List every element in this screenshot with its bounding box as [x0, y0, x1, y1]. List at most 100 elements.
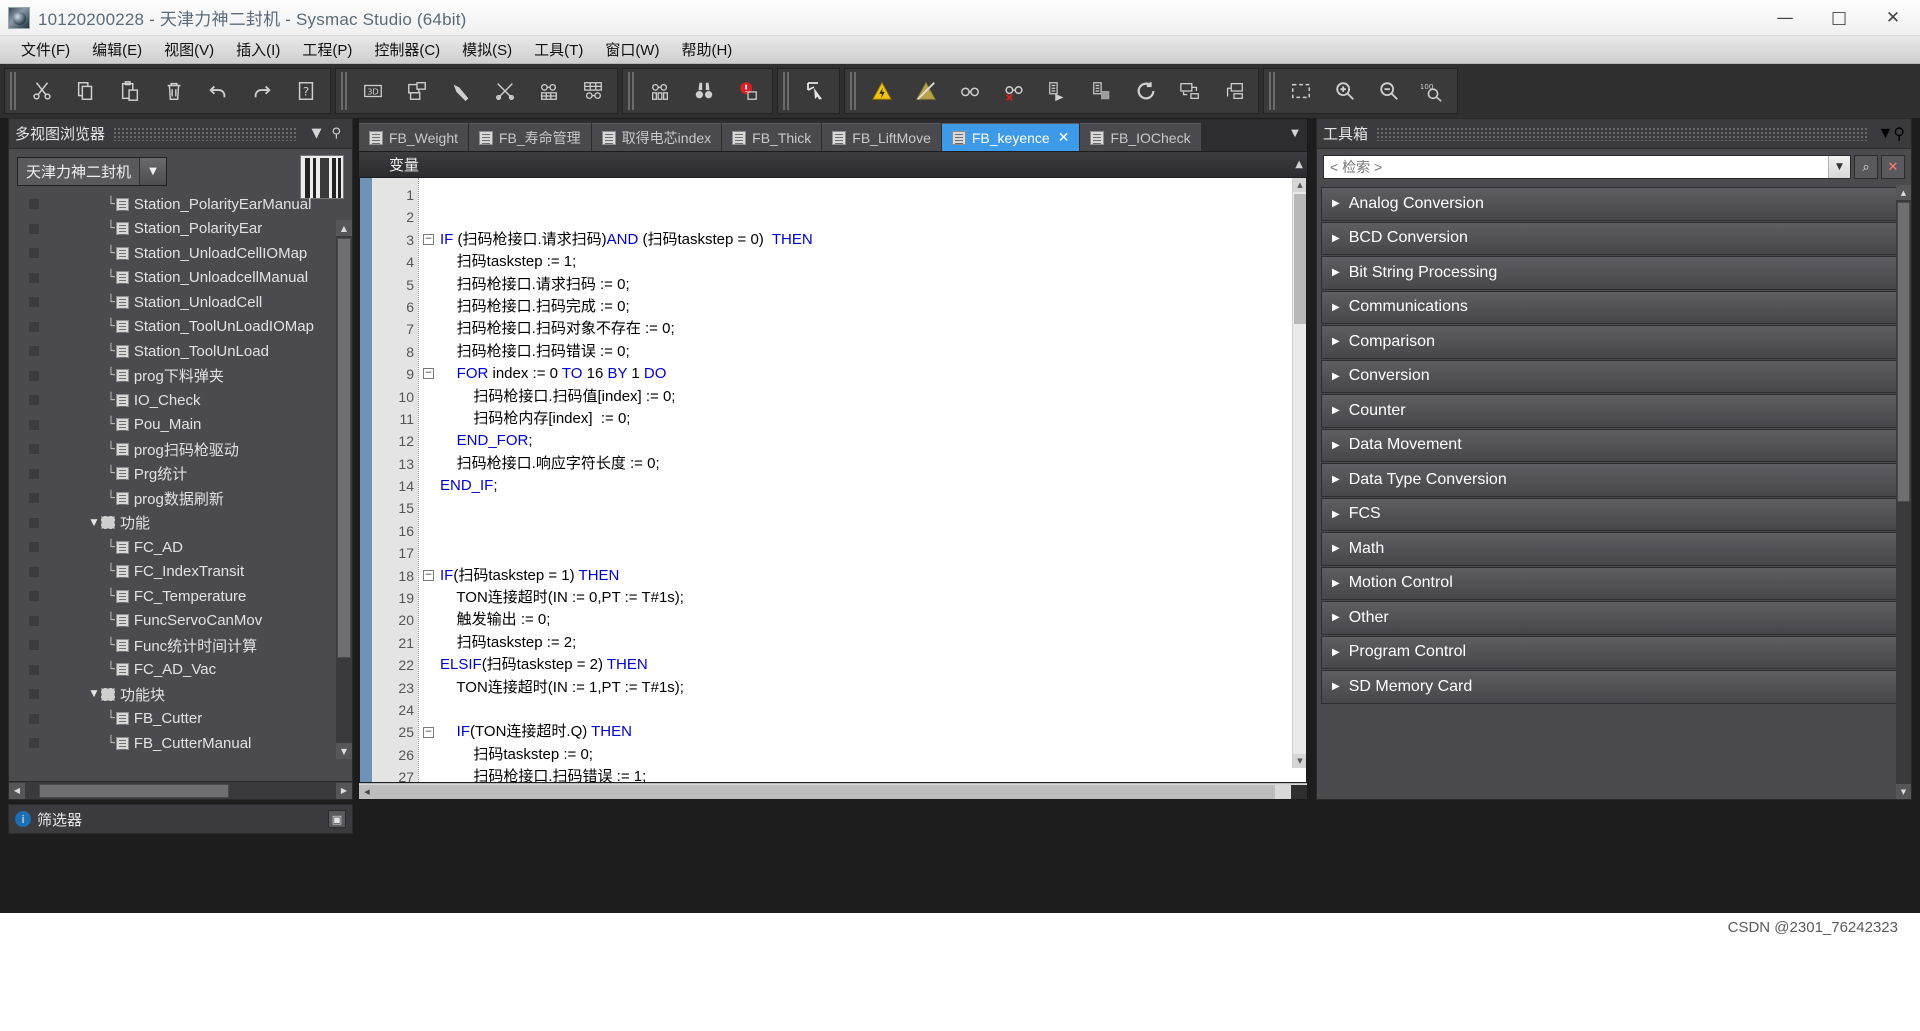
tab-list-icon[interactable]: ▼ — [1283, 119, 1307, 147]
toolbox-item-list[interactable]: ▶ Analog Conversion ▶ BCD Conversion ▶ B… — [1317, 185, 1911, 799]
tab-fb-thick[interactable]: FB_Thick — [722, 123, 822, 151]
menu-edit[interactable]: 编辑(E) — [81, 36, 153, 63]
fold-toggle[interactable]: − — [419, 721, 438, 743]
toolbox-item-conversion[interactable]: ▶ Conversion — [1321, 359, 1907, 393]
window-layout-icon[interactable] — [395, 69, 439, 113]
toolbox-item-program-control[interactable]: ▶ Program Control — [1321, 635, 1907, 669]
toolbox-item-other[interactable]: ▶ Other — [1321, 601, 1907, 635]
scroll-track[interactable] — [375, 784, 1291, 799]
copy-icon[interactable] — [64, 69, 108, 113]
chevron-down-icon[interactable]: ▼ — [1877, 125, 1893, 143]
scroll-thumb[interactable] — [1294, 194, 1306, 324]
toolbox-item-bcd-conversion[interactable]: ▶ BCD Conversion — [1321, 221, 1907, 255]
redo-icon[interactable] — [240, 69, 284, 113]
triangle-down-icon[interactable]: ▼ — [87, 518, 101, 528]
toolbar-grip[interactable] — [1269, 72, 1276, 110]
menu-tools[interactable]: 工具(T) — [523, 36, 594, 63]
tree-item-fb-cuttermanual[interactable]: └ FB_CutterManual — [9, 731, 352, 756]
monitor-glasses-icon[interactable] — [948, 69, 992, 113]
chevron-down-icon[interactable]: ▼ — [1828, 156, 1850, 178]
search-icon[interactable]: ⌕ — [1854, 155, 1878, 179]
scroll-left-icon[interactable]: ◀ — [359, 784, 375, 799]
scroll-up-icon[interactable]: ▲ — [1293, 178, 1306, 192]
stop-monitor-icon[interactable] — [992, 69, 1036, 113]
scroll-thumb[interactable] — [39, 783, 229, 798]
zoom-in-icon[interactable] — [1323, 69, 1367, 113]
collapse-icon[interactable]: − — [423, 569, 434, 581]
transfer-to-plc-icon[interactable] — [1036, 69, 1080, 113]
toolbox-item-bit-string-processing[interactable]: ▶ Bit String Processing — [1321, 256, 1907, 290]
cross-tools-icon[interactable] — [483, 69, 527, 113]
toolbar-grip[interactable] — [850, 72, 857, 110]
tree-item-funcservocanmov[interactable]: └ FuncServoCanMov — [9, 609, 352, 634]
tree-item-fc-ad[interactable]: └ FC_AD — [9, 535, 352, 560]
tree-item-fc-temperature[interactable]: └ FC_Temperature — [9, 584, 352, 609]
tree-item-station-unloadcellmanual[interactable]: └ Station_UnloadcellManual — [9, 266, 352, 291]
3d-view-icon[interactable]: 3D — [351, 69, 395, 113]
menu-project[interactable]: 工程(P) — [291, 36, 363, 63]
fold-toggle[interactable]: − — [419, 565, 438, 587]
glasses-table-icon[interactable] — [527, 69, 571, 113]
tab-fb-iocheck[interactable]: FB_IOCheck — [1080, 123, 1201, 151]
tree-item-func-tongjishijianjisuan[interactable]: └ Func统计时间计算 — [9, 633, 352, 658]
scroll-up-icon[interactable]: ▲ — [1896, 185, 1911, 200]
pin-icon[interactable]: ⚲ — [326, 126, 346, 141]
scroll-up-icon[interactable]: ▲ — [336, 220, 352, 236]
editor-horizontal-scrollbar[interactable]: ◀ — [359, 783, 1307, 799]
toolbox-item-motion-control[interactable]: ▶ Motion Control — [1321, 566, 1907, 600]
cursor-select-icon[interactable] — [793, 69, 837, 113]
triangle-down-icon[interactable]: ▼ — [87, 689, 101, 699]
toolbox-item-sd-memory-card[interactable]: ▶ SD Memory Card — [1321, 670, 1907, 704]
close-icon[interactable]: ✕ — [1058, 130, 1070, 146]
zoom-100-icon[interactable]: 100 — [1411, 69, 1455, 113]
search-combobox[interactable]: ▼ — [1323, 155, 1851, 179]
fold-toggle[interactable]: − — [419, 229, 438, 251]
glasses-bar-icon[interactable] — [638, 69, 682, 113]
tree-group-gongnengkuai[interactable]: ▼ 功能块 — [9, 682, 352, 707]
tree-item-pou-main[interactable]: └ Pou_Main — [9, 413, 352, 438]
scroll-down-icon[interactable]: ▼ — [1896, 784, 1911, 799]
scroll-thumb[interactable] — [375, 784, 1275, 799]
scroll-thumb[interactable] — [337, 238, 351, 658]
grid-glasses-icon[interactable] — [571, 69, 615, 113]
editor-vertical-scrollbar[interactable]: ▲ ▼ — [1292, 178, 1306, 768]
tab-qudedianxinindex[interactable]: 取得电芯index — [591, 123, 722, 151]
paste-icon[interactable] — [108, 69, 152, 113]
tab-fb-keyence[interactable]: FB_keyence ✕ — [941, 123, 1080, 151]
tree-item-fc-indextransit[interactable]: └ FC_IndexTransit — [9, 560, 352, 585]
tree-item-station-polarityear[interactable]: └ Station_PolarityEar — [9, 217, 352, 242]
chevron-down-icon[interactable]: ▼ — [139, 158, 167, 185]
filter-toggle-icon[interactable]: ▣ — [328, 810, 346, 828]
tab-fb-weight[interactable]: FB_Weight — [359, 123, 468, 151]
toolbox-item-data-movement[interactable]: ▶ Data Movement — [1321, 428, 1907, 462]
binoculars-icon[interactable] — [682, 69, 726, 113]
tree-item-station-toolunloadiomap[interactable]: └ Station_ToolUnLoadIOMap — [9, 315, 352, 340]
toolbox-item-data-type-conversion[interactable]: ▶ Data Type Conversion — [1321, 463, 1907, 497]
toolbar-grip[interactable] — [10, 72, 17, 110]
scroll-down-icon[interactable]: ▼ — [1293, 754, 1306, 768]
scroll-left-icon[interactable]: ◀ — [9, 782, 25, 799]
tree-item-station-polarityearmanual[interactable]: └ Station_PolarityEarManual — [9, 192, 352, 217]
sync-icon[interactable] — [1124, 69, 1168, 113]
toolbar-grip[interactable] — [783, 72, 790, 110]
collapse-icon[interactable]: − — [423, 726, 434, 738]
tree-item-prog-saomaqiangqudong[interactable]: └ prog扫码枪驱动 — [9, 437, 352, 462]
offline-warning-icon[interactable] — [904, 69, 948, 113]
delete-icon[interactable] — [152, 69, 196, 113]
collapse-icon[interactable]: − — [423, 368, 434, 380]
caret-up-icon[interactable]: ▲ — [1295, 159, 1303, 170]
chevron-down-icon[interactable]: ▼ — [306, 126, 326, 141]
project-combo[interactable]: 天津力神二封机 ▼ — [17, 157, 168, 186]
online-warning-icon[interactable] — [860, 69, 904, 113]
explorer-horizontal-scrollbar[interactable]: ◀ ▶ — [9, 781, 352, 799]
maximize-button[interactable]: □ — [1812, 0, 1866, 36]
code-text-area[interactable]: IF (扫码枪接口.请求扫码)AND (扫码taskstep = 0) THEN… — [438, 178, 1306, 782]
search-input[interactable] — [1324, 156, 1828, 178]
tab-fb-shoumingguanli[interactable]: FB_寿命管理 — [469, 123, 591, 151]
menu-simulation[interactable]: 模拟(S) — [451, 36, 523, 63]
close-icon[interactable]: ✕ — [1881, 155, 1905, 179]
help-icon[interactable]: ? — [284, 69, 328, 113]
tree-item-fc-ad-vac[interactable]: └ FC_AD_Vac — [9, 658, 352, 683]
close-button[interactable]: ✕ — [1866, 0, 1920, 36]
toolbox-item-fcs[interactable]: ▶ FCS — [1321, 497, 1907, 531]
